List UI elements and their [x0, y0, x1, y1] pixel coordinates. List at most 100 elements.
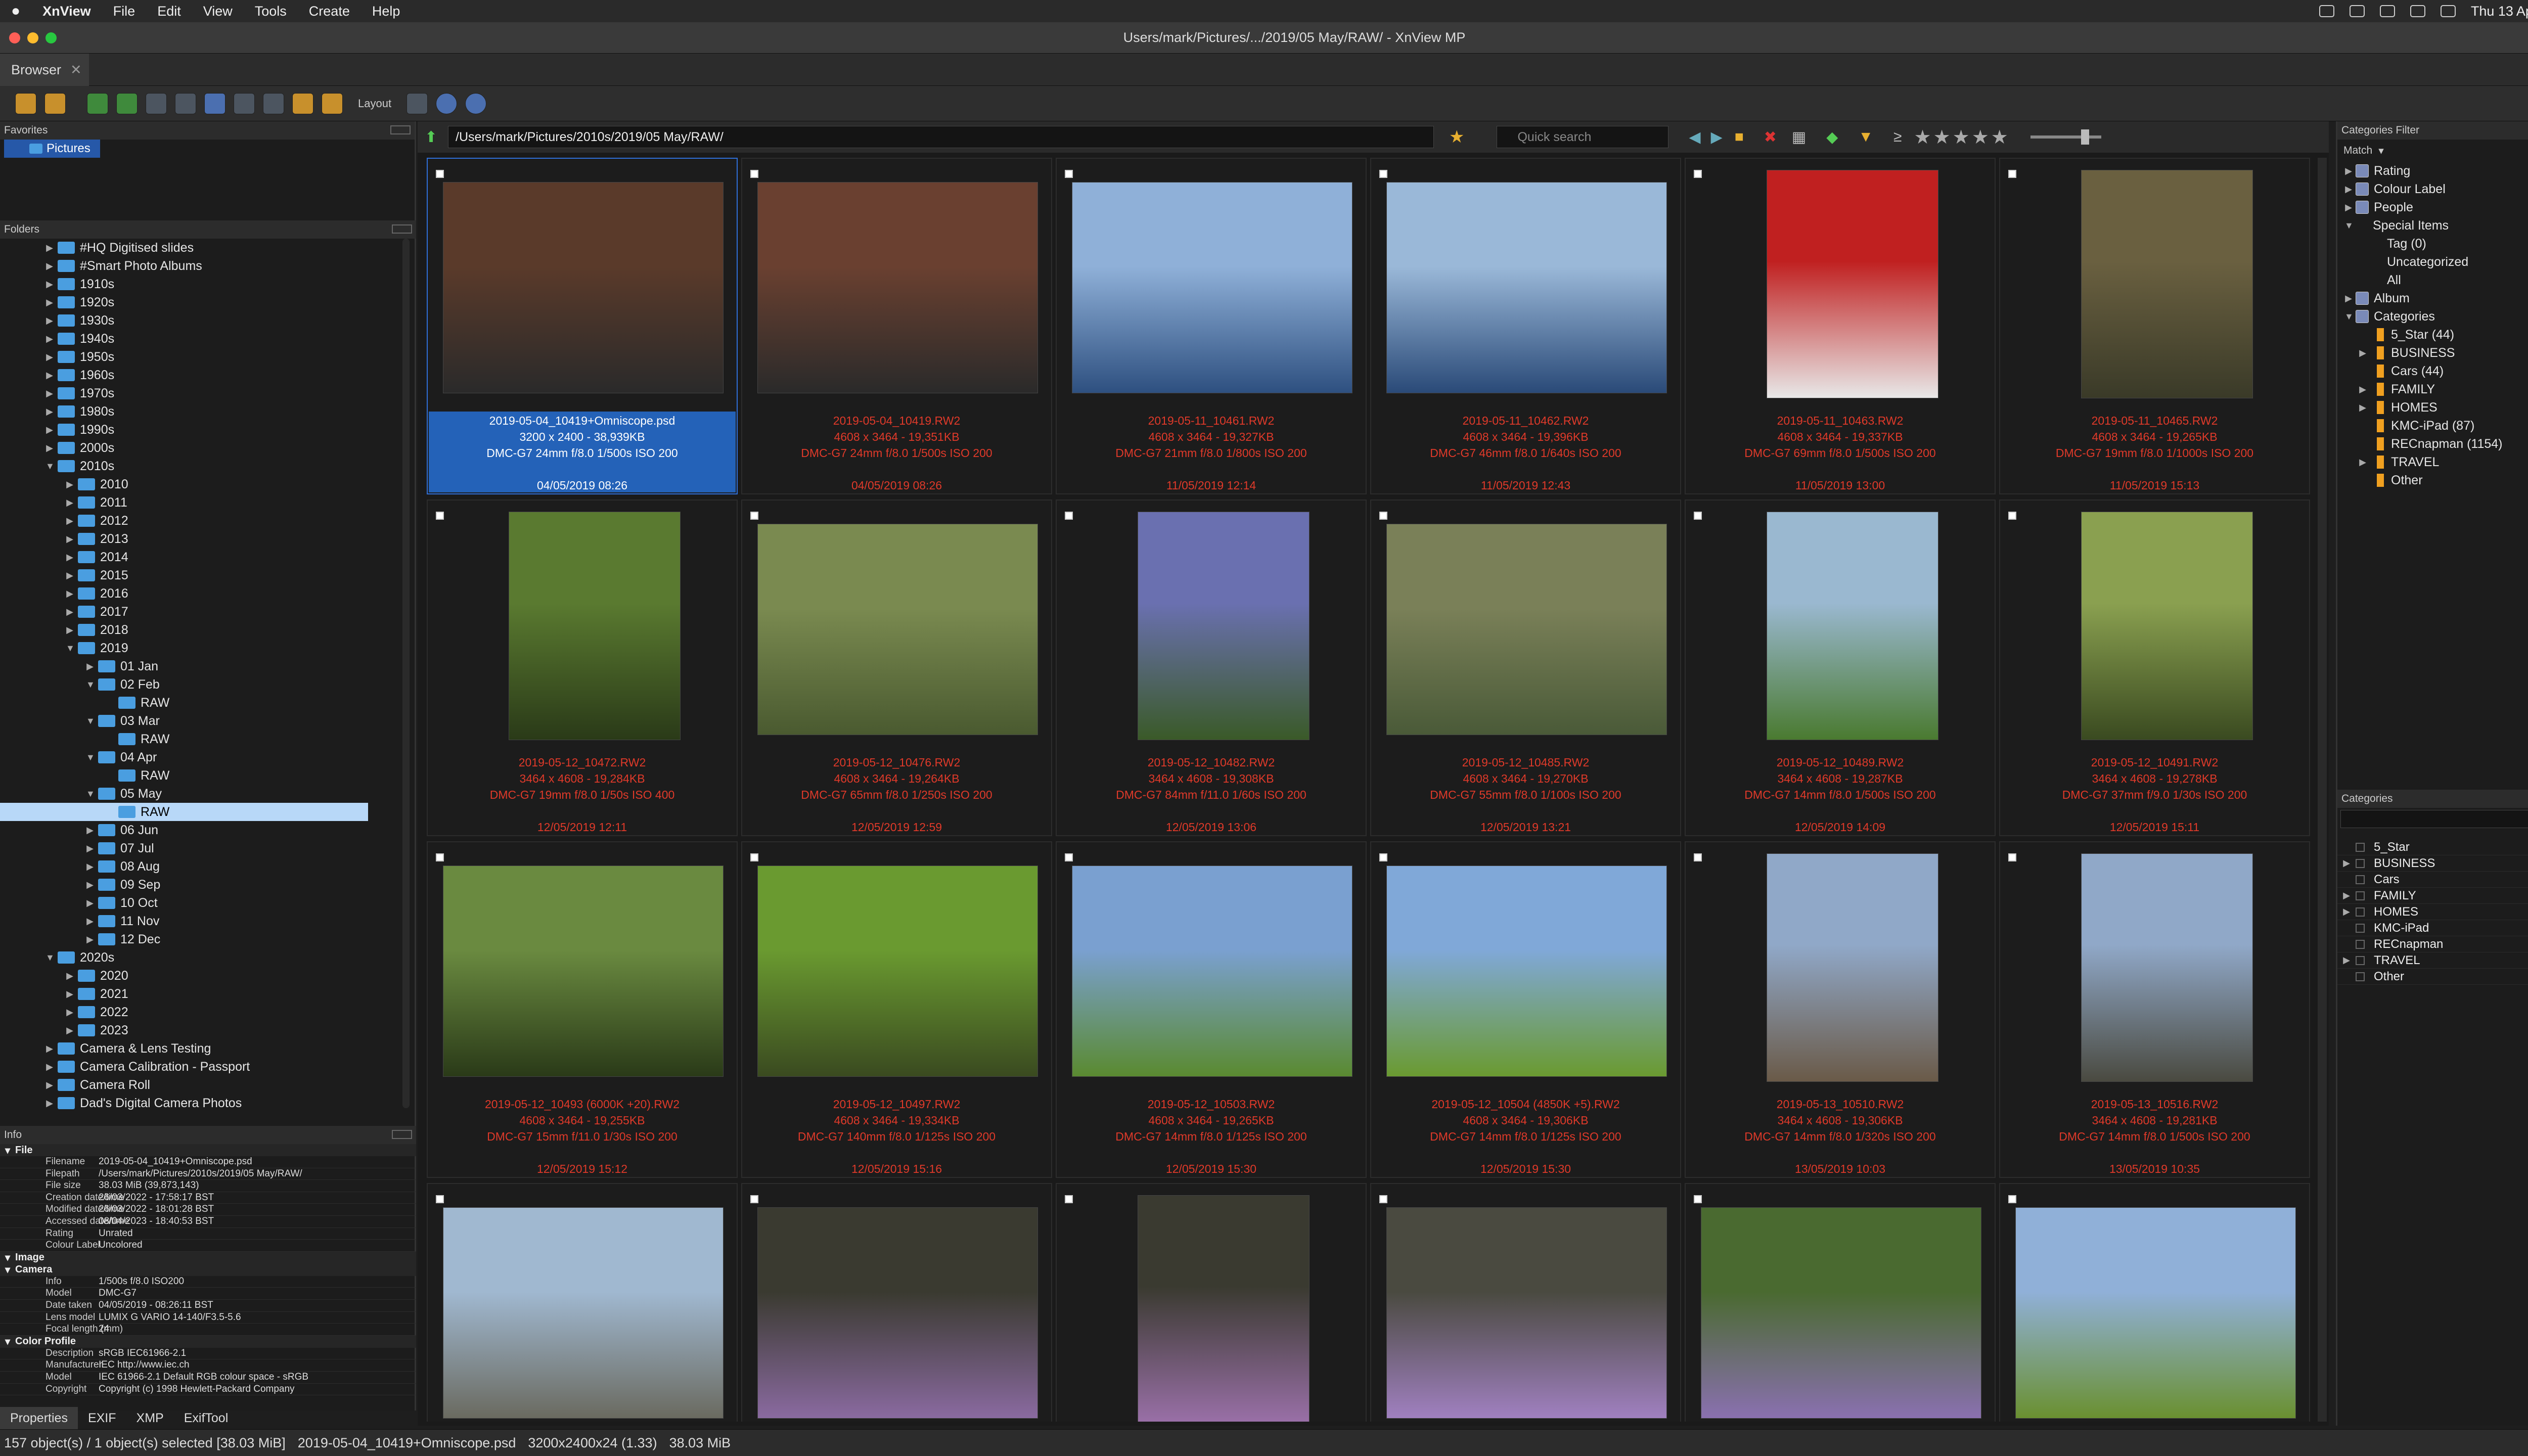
chevron-right-icon[interactable]: ▶: [2359, 457, 2367, 468]
filter-item[interactable]: ▶ FAMILY: [2337, 380, 2528, 398]
folder-item[interactable]: ▶ Camera Roll: [0, 1076, 402, 1094]
filter-item[interactable]: ▼ Categories: [2337, 307, 2528, 326]
thumbnail-cell[interactable]: 2019-05-12_10504 (4850K +5).RW2 4608 x 34…: [1370, 841, 1681, 1178]
status-icon[interactable]: [2319, 5, 2334, 17]
chevron-right-icon[interactable]: ▶: [2359, 348, 2367, 358]
category-checkbox[interactable]: [2356, 875, 2365, 884]
chevron-right-icon[interactable]: ▶: [46, 1043, 54, 1054]
folder-item[interactable]: ▶ 2015: [0, 566, 402, 584]
folder-item[interactable]: ▶ 2020: [0, 967, 402, 985]
chevron-right-icon[interactable]: ▶: [46, 279, 54, 290]
folder-item[interactable]: ▶ 1960s: [0, 366, 402, 384]
folder-item[interactable]: ▶ 09 Sep: [0, 876, 402, 894]
select-checkbox[interactable]: [1065, 1195, 1073, 1203]
copy-button[interactable]: [175, 93, 196, 114]
folder-item[interactable]: ▶ 2013: [0, 530, 402, 548]
select-checkbox[interactable]: [2008, 853, 2016, 861]
chevron-right-icon[interactable]: ▶: [66, 479, 74, 490]
thumbnail-cell[interactable]: 2019-05-12_10503.RW2 4608 x 3464 - 19,265…: [1056, 841, 1367, 1178]
category-row[interactable]: RECnapman: [2337, 936, 2528, 952]
category-row[interactable]: KMC-iPad: [2337, 920, 2528, 936]
filter-item[interactable]: ▶ TRAVEL: [2337, 453, 2528, 471]
folder-item[interactable]: ▶ 2022: [0, 1003, 402, 1021]
folder-item[interactable]: ▶ 01 Jan: [0, 657, 402, 675]
filter-item[interactable]: ▶ Colour Label: [2337, 180, 2528, 198]
category-row[interactable]: ▶ BUSINESS: [2337, 855, 2528, 872]
filter-item[interactable]: Other: [2337, 471, 2528, 489]
back-icon[interactable]: ◀: [1689, 128, 1700, 146]
category-checkbox[interactable]: [2356, 842, 2365, 852]
folder-item[interactable]: ▶ 2014: [0, 548, 402, 566]
category-checkbox[interactable]: [2356, 972, 2365, 981]
select-checkbox[interactable]: [1065, 170, 1073, 178]
quick-search-input[interactable]: Quick search: [1497, 126, 1669, 148]
folder-item[interactable]: ▼ 2019: [0, 639, 402, 657]
go-up-icon[interactable]: ⬆: [425, 128, 437, 146]
thumbnail-cell[interactable]: 2019-05-12_10497.RW2 4608 x 3464 - 19,334…: [741, 841, 1052, 1178]
folder-item[interactable]: RAW: [0, 766, 402, 785]
folder-item[interactable]: ▼ 05 May: [0, 785, 402, 803]
rating-filter-stars[interactable]: ★★★★★: [1914, 126, 2010, 149]
thumbnail-cell[interactable]: 2019-05-12_10491.RW2 3464 x 4608 - 19,278…: [1999, 499, 2310, 836]
chevron-right-icon[interactable]: ▶: [46, 370, 54, 381]
folder-item[interactable]: ▶ 2012: [0, 512, 402, 530]
open-folder-button[interactable]: [15, 93, 36, 114]
chevron-right-icon[interactable]: ▶: [86, 825, 94, 836]
thumbnail-cell[interactable]: 2019-05-12_10489.RW2 3464 x 4608 - 19,287…: [1685, 499, 1996, 836]
chevron-right-icon[interactable]: ▶: [2342, 890, 2351, 901]
thumbnail-cell[interactable]: [1056, 1183, 1367, 1422]
panel-controls-icon[interactable]: [392, 224, 412, 234]
chevron-right-icon[interactable]: ▶: [66, 588, 74, 599]
settings-gear-icon[interactable]: [436, 93, 458, 114]
category-row[interactable]: Cars: [2337, 872, 2528, 888]
favorite-item-pictures[interactable]: Pictures: [4, 140, 100, 158]
thumbnail-scrollbar[interactable]: [2318, 158, 2327, 1422]
tab-xmp[interactable]: XMP: [126, 1407, 174, 1429]
thumbnail-cell[interactable]: [1370, 1183, 1681, 1422]
chevron-right-icon[interactable]: ▶: [46, 388, 54, 399]
control-center-icon[interactable]: [2440, 5, 2456, 17]
folder-item[interactable]: ▶ 1970s: [0, 384, 402, 402]
match-dropdown[interactable]: Match ▾: [2337, 140, 2528, 162]
select-checkbox[interactable]: [1379, 512, 1387, 520]
category-row[interactable]: 5_Star: [2337, 839, 2528, 855]
folder-item[interactable]: ▶ 2018: [0, 621, 402, 639]
tab-exiftool[interactable]: ExifTool: [174, 1407, 239, 1429]
tab-browser[interactable]: Browser ✕: [0, 54, 89, 86]
categories-search-input[interactable]: [2340, 810, 2528, 828]
folder-item[interactable]: RAW: [0, 694, 402, 712]
category-checkbox[interactable]: [2356, 939, 2365, 949]
chevron-down-icon[interactable]: ▼: [2344, 220, 2354, 231]
zoom-window-button[interactable]: [46, 32, 57, 43]
filter-item[interactable]: ▶ Rating: [2337, 162, 2528, 180]
folder-item[interactable]: ▶ #Smart Photo Albums: [0, 257, 402, 275]
thumbnail-cell[interactable]: [1999, 1183, 2310, 1422]
battery-icon[interactable]: [2410, 5, 2425, 17]
panels-button[interactable]: [407, 93, 428, 114]
folder-item[interactable]: ▶ Camera & Lens Testing: [0, 1039, 402, 1058]
select-checkbox[interactable]: [1694, 853, 1702, 861]
filter-item[interactable]: Uncategorized: [2337, 253, 2528, 271]
chevron-down-icon[interactable]: ▼: [86, 789, 95, 799]
find-button[interactable]: [234, 93, 255, 114]
info-section-header[interactable]: ▾ Image: [0, 1251, 416, 1264]
chevron-right-icon[interactable]: ▶: [66, 570, 74, 581]
chevron-down-icon[interactable]: ▼: [86, 679, 95, 690]
folder-item[interactable]: RAW: [0, 730, 402, 748]
chevron-right-icon[interactable]: ▶: [2359, 384, 2367, 395]
chevron-right-icon[interactable]: ▶: [2344, 166, 2353, 176]
folder-item[interactable]: ▶ 1980s: [0, 402, 402, 421]
chevron-right-icon[interactable]: ▶: [86, 661, 94, 672]
select-checkbox[interactable]: [1379, 853, 1387, 861]
filter-item[interactable]: All: [2337, 271, 2528, 289]
thumbnail-cell[interactable]: [427, 1183, 738, 1422]
chevron-down-icon[interactable]: ▼: [46, 952, 55, 963]
chevron-down-icon[interactable]: ▼: [86, 716, 95, 726]
chevron-right-icon[interactable]: ▶: [86, 934, 94, 945]
folder-scrollbar[interactable]: [402, 239, 410, 1108]
folder-item[interactable]: ▶ #HQ Digitised slides: [0, 239, 402, 257]
delete-icon[interactable]: ✖: [1764, 128, 1777, 146]
select-checkbox[interactable]: [436, 1195, 444, 1203]
folder-item[interactable]: ▶ 2017: [0, 603, 402, 621]
folder-item[interactable]: ▶ 1920s: [0, 293, 402, 311]
